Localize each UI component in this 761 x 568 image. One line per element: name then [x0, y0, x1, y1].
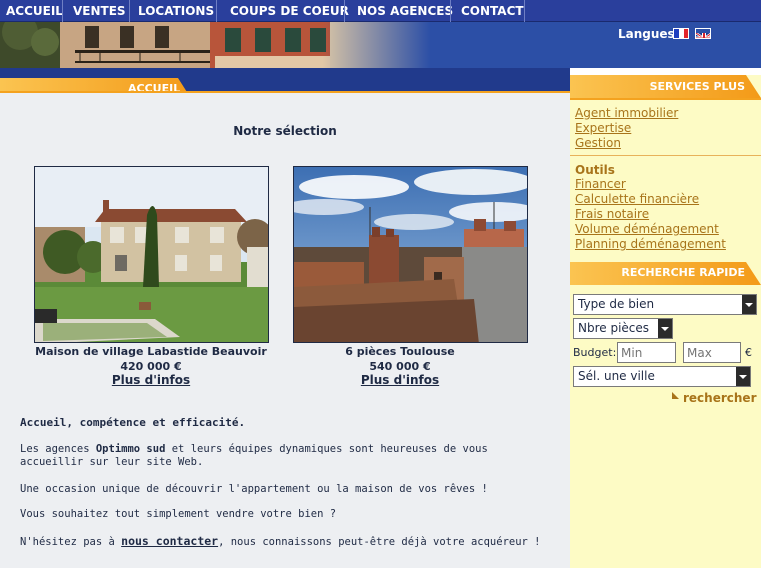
- recherche-rapide-title: RECHERCHE RAPIDE: [621, 266, 745, 279]
- chevron-down-icon[interactable]: [658, 319, 672, 338]
- nav-item-ventes[interactable]: VENTES: [73, 0, 126, 22]
- intro-heading-text: Accueil, compétence et efficacité.: [20, 416, 246, 429]
- header-buildings-photo: [0, 22, 430, 68]
- nav-divider: [450, 0, 451, 22]
- link-calculette[interactable]: Calculette financière: [575, 192, 699, 206]
- header-banner: Langues: [0, 22, 761, 68]
- search-button[interactable]: rechercher: [683, 391, 756, 405]
- nav-divider: [524, 0, 525, 22]
- city-select[interactable]: Sél. une ville: [573, 366, 751, 387]
- para4-end: , nous connaissons peut-être déjà votre …: [218, 536, 541, 548]
- nav-item-locations[interactable]: LOCATIONS: [138, 0, 214, 22]
- link-planning-demenagement[interactable]: Planning déménagement: [575, 237, 726, 251]
- property-price: 540 000 €: [369, 360, 431, 373]
- property-title: Maison de village Labastide Beauvoir: [35, 345, 267, 358]
- para1-start: Les agences: [20, 443, 96, 455]
- budget-max-input[interactable]: [683, 342, 741, 363]
- rooms-value: Nbre pièces: [578, 321, 650, 335]
- nav-item-contact[interactable]: CONTACT: [461, 0, 524, 22]
- budget-min-input[interactable]: [617, 342, 676, 363]
- nav-divider: [216, 0, 217, 22]
- nav-divider: [129, 0, 130, 22]
- link-volume-demenagement[interactable]: Volume déménagement: [575, 222, 719, 236]
- link-frais-notaire[interactable]: Frais notaire: [575, 207, 649, 221]
- flag-fr-icon[interactable]: [673, 28, 689, 39]
- contact-link[interactable]: nous contacter: [121, 534, 218, 548]
- property-photo-toulouse[interactable]: [293, 166, 528, 343]
- link-gestion[interactable]: Gestion: [575, 136, 621, 150]
- link-financer[interactable]: Financer: [575, 177, 626, 191]
- services-underline: [570, 98, 761, 100]
- budget-label: Budget:: [573, 346, 617, 359]
- currency-label: €: [745, 346, 752, 359]
- flag-uk-icon[interactable]: [695, 28, 711, 39]
- languages-label: Langues: [618, 27, 675, 41]
- link-agent-immobilier[interactable]: Agent immobilier: [575, 106, 678, 120]
- nav-item-accueil[interactable]: ACCUEIL: [6, 0, 63, 22]
- arrow-icon: [672, 392, 679, 399]
- sidebar-divider: [570, 155, 761, 156]
- property-photo-maison[interactable]: [34, 166, 269, 343]
- chevron-down-icon[interactable]: [736, 367, 750, 386]
- nav-divider: [62, 0, 63, 22]
- intro-heading: Accueil, compétence et efficacité.: [20, 416, 555, 430]
- property-more-info-link[interactable]: Plus d'infos: [21, 373, 281, 387]
- brand-name: Optimmo sud: [95, 443, 166, 455]
- para3-text: Vous souhaitez tout simplement vendre vo…: [20, 508, 337, 520]
- section-title: Notre sélection: [233, 124, 337, 138]
- outils-label: Outils: [575, 163, 615, 177]
- intro-paragraph: N'hésitez pas à nous contacter, nous con…: [20, 535, 555, 549]
- nav-divider: [344, 0, 345, 22]
- city-value: Sél. une ville: [578, 369, 655, 383]
- services-plus-title: SERVICES PLUS: [649, 80, 745, 93]
- property-type-value: Type de bien: [578, 297, 655, 311]
- link-expertise[interactable]: Expertise: [575, 121, 631, 135]
- property-title: 6 pièces Toulouse: [345, 345, 455, 358]
- intro-paragraph: Les agences Optimmo sud et leurs équipes…: [20, 443, 555, 469]
- intro-paragraph: Vous souhaitez tout simplement vendre vo…: [20, 508, 555, 521]
- intro-paragraph: Une occasion unique de découvrir l'appar…: [20, 483, 555, 496]
- property-more-info-link[interactable]: Plus d'infos: [270, 373, 530, 387]
- nav-item-nos-agences[interactable]: NOS AGENCES: [357, 0, 453, 22]
- property-type-select[interactable]: Type de bien: [573, 294, 757, 315]
- rooms-select[interactable]: Nbre pièces: [573, 318, 673, 339]
- nav-item-coups-de-coeur[interactable]: COUPS DE COEUR: [230, 0, 349, 22]
- para4-start: N'hésitez pas à: [20, 536, 122, 548]
- chevron-down-icon[interactable]: [742, 295, 756, 314]
- property-price: 420 000 €: [120, 360, 182, 373]
- para2-text: Une occasion unique de découvrir l'appar…: [20, 483, 488, 495]
- top-navigation: ACCUEIL VENTES LOCATIONS COUPS DE COEUR …: [0, 0, 761, 22]
